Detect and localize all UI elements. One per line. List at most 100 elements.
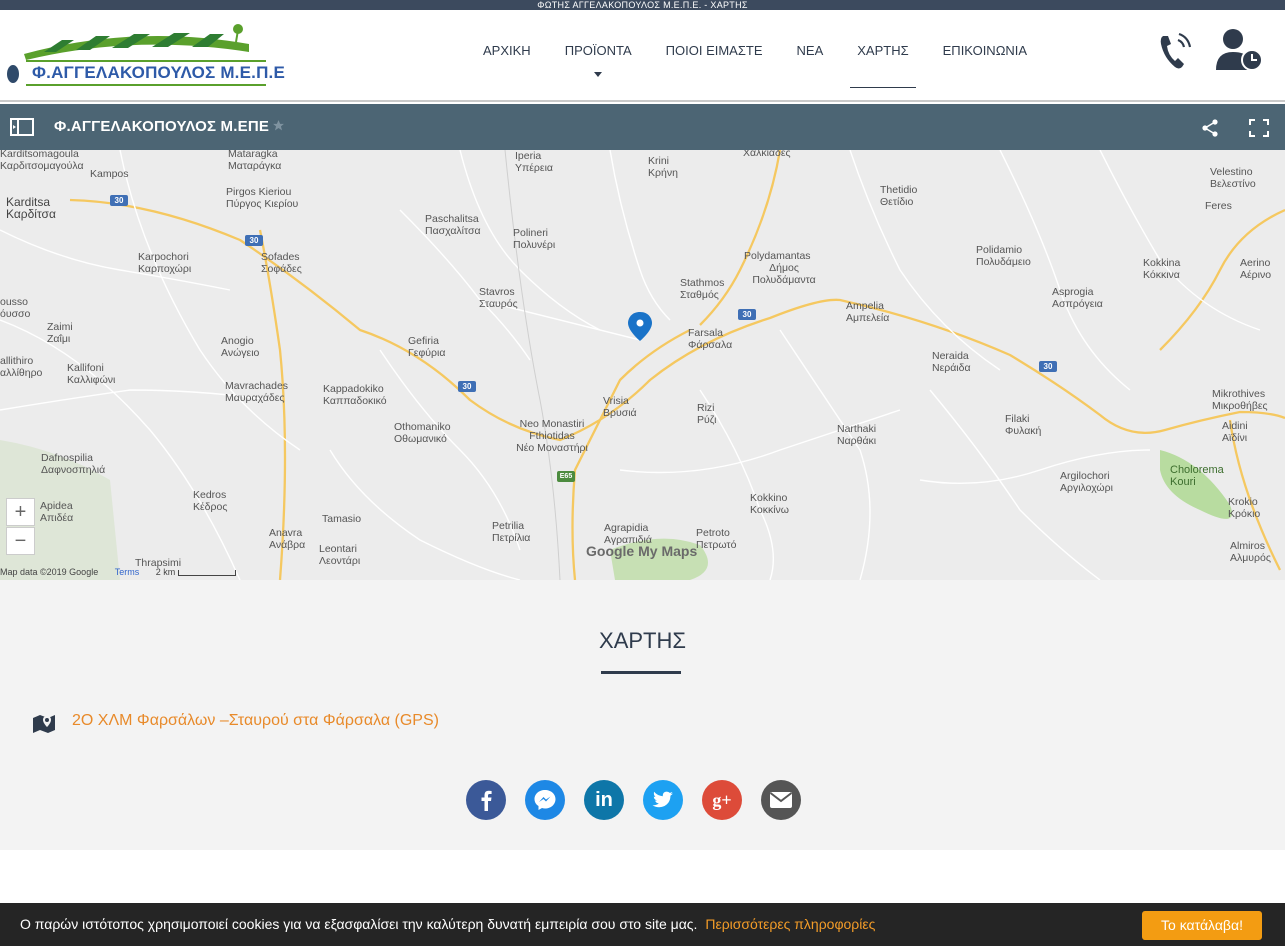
map-place-label: Aidini Αϊδίνι (1222, 420, 1248, 444)
cookie-message: Ο παρών ιστότοπος χρησιμοποιεί cookies γ… (20, 903, 875, 946)
map-place-label: Leontari Λεοντάρι (319, 543, 361, 567)
map-scale: 2 km (155, 567, 176, 577)
fullscreen-icon[interactable] (1249, 119, 1269, 142)
map-place-label: Almiros Αλμυρός (1230, 540, 1271, 564)
sidebar-toggle-icon[interactable] (10, 118, 34, 141)
messenger-icon (534, 790, 556, 810)
map-place-label: Χαλκιάδες (743, 150, 791, 159)
google-my-maps-brand: Google My Maps (586, 543, 698, 559)
logo-text: Φ.ΑΓΓΕΛΑΚΟΠΟΥΛΟΣ Μ.Ε.Π.Ε (32, 63, 286, 82)
map-place-label: Karditsomagoula Καρδιτσομαγούλα (0, 150, 84, 172)
map-place-label: Stavros Σταυρός (479, 286, 518, 310)
title-underline (601, 671, 681, 674)
address-link[interactable]: 2Ο ΧΛΜ Φαρσάλων –Σταυρού στα Φάρσαλα (GP… (72, 712, 439, 730)
map-place-label: Velestino Βελεστίνο (1210, 166, 1256, 190)
map-place-label: Polineri Πολυνέρι (513, 227, 556, 251)
google-plus-share-button[interactable]: g+ (702, 780, 742, 820)
nav-item-contact[interactable]: ΕΠΙΚΟΙΝΩΝΙΑ (926, 10, 1044, 102)
map-place-label: Petrilia Πετρίλια (492, 520, 531, 544)
road-label: 30 (1039, 361, 1057, 372)
map-place-label: Stathmos Σταθμός (680, 277, 725, 301)
road-label: 30 (110, 195, 128, 206)
map-place-label: Mavrachades Μαυραχάδες (225, 380, 289, 404)
map-place-label: Polidamio Πολυδάμειο (976, 244, 1031, 268)
map-place-label: Kampos (90, 168, 129, 180)
facebook-share-button[interactable] (466, 780, 506, 820)
map-place-label: Ampelia Αμπελεία (846, 300, 890, 324)
phone-ringing-icon[interactable] (1158, 30, 1194, 75)
map-place-label: ousso όυσσο (0, 296, 31, 320)
zoom-out-button[interactable]: − (6, 527, 35, 555)
map-place-label: Kappadokiko Καππαδοκικό (323, 383, 387, 407)
nav-item-news[interactable]: ΝΕΑ (780, 10, 841, 102)
linkedin-share-button[interactable]: in (584, 780, 624, 820)
nav-item-products[interactable]: ΠΡΟΪΟΝΤΑ (548, 10, 649, 102)
nav-item-map[interactable]: ΧΑΡΤΗΣ (840, 10, 925, 102)
map-place-label: Filaki Φυλακή (1005, 413, 1042, 437)
nav-item-about[interactable]: ΠΟΙΟΙ ΕΙΜΑΣΤΕ (649, 10, 780, 102)
site-header: Φ.ΑΓΓΕΛΑΚΟΠΟΥΛΟΣ Μ.Ε.Π.Ε ΑΡΧΙΚΗ ΠΡΟΪΟΝΤΑ… (0, 10, 1285, 102)
map-place-label: Neo Monastiri Fthiotidas Νέο Μοναστήρι (516, 418, 588, 454)
map-marker-icon (32, 713, 56, 738)
map-place-label: Feres (1205, 200, 1232, 212)
logo-graphic (7, 24, 266, 86)
scale-bar (177, 569, 236, 576)
share-icon[interactable] (1201, 119, 1219, 142)
cookie-more-info-link[interactable]: Περισσότερες πληροφορίες (705, 916, 875, 932)
map-place-label: Apidea Απιδέα (40, 500, 74, 524)
twitter-icon (652, 791, 673, 808)
map-copyright: Map data ©2019 Google (0, 567, 99, 577)
map-place-label: Cholorema Kouri (1170, 464, 1224, 488)
nav-item-products-label: ΠΡΟΪΟΝΤΑ (564, 43, 632, 58)
site-logo[interactable]: Φ.ΑΓΓΕΛΑΚΟΠΟΥΛΟΣ Μ.Ε.Π.Ε (4, 22, 285, 94)
map-place-label: Argilochori Αργιλοχώρι (1060, 470, 1113, 494)
map-place-label: Mataragka Ματαράγκα (228, 150, 282, 172)
map-place-label: Kokkino Κοκκίνω (750, 492, 789, 516)
map-place-label: Anavra Ανάβρα (269, 527, 306, 551)
section-title: ΧΑΡΤΗΣ (599, 628, 686, 653)
envelope-icon (769, 792, 793, 808)
cookie-accept-button[interactable]: Το κατάλαβα! (1142, 911, 1262, 940)
road-label: 30 (738, 309, 756, 320)
road-label: E65 (557, 471, 575, 482)
map-place-label: Rizi Ρύζι (697, 402, 717, 426)
map-place-label: Dafnospilia Δαφνοσπηλιά (41, 452, 106, 476)
map-place-label: Tamasio (322, 513, 362, 525)
star-icon[interactable] (272, 119, 285, 137)
map-place-label: Kokkina Κόκκινα (1143, 257, 1181, 281)
map-title-bar: Φ.ΑΓΓΕΛΑΚΟΠΟΥΛΟΣ Μ.ΕΠΕ (0, 104, 1285, 150)
map-place-label: Vrisia Βρυσιά (603, 395, 637, 419)
map-place-label: Sofades Σοφάδες (261, 251, 302, 275)
zoom-in-button[interactable]: + (6, 498, 35, 526)
cookie-banner: Ο παρών ιστότοπος χρησιμοποιεί cookies γ… (0, 903, 1285, 946)
map-place-label: Gefiria Γεφύρια (408, 335, 446, 359)
map-terms-link[interactable]: Terms (115, 567, 140, 577)
map-place-label: Anogio Ανώγειο (221, 335, 260, 359)
map-place-label: Polydamantas Δήμος Πολυδάμαντα (744, 250, 816, 286)
map-place-label: Asprogia Ασπρόγεια (1052, 286, 1103, 310)
map-roads (0, 150, 1285, 580)
map-place-label: Krokio Κρόκιο (1228, 496, 1261, 520)
map-place-label: Kallifoni Καλλιφώνι (67, 362, 116, 386)
map-place-label: Zaimi Ζαΐμι (47, 321, 73, 345)
email-share-button[interactable] (761, 780, 801, 820)
google-plus-icon: g+ (712, 789, 732, 810)
nav-item-home[interactable]: ΑΡΧΙΚΗ (466, 10, 548, 102)
map-info-section: ΧΑΡΤΗΣ 2Ο ΧΛΜ Φαρσάλων –Σταυρού στα Φάρσ… (0, 580, 1285, 850)
map-canvas[interactable]: 30 30 30 30 30 E65 Mataragka Ματαράγκα Ka… (0, 150, 1285, 580)
twitter-share-button[interactable] (643, 780, 683, 820)
map-place-label: Mikrothives Μικροθήβες (1212, 388, 1268, 412)
user-clock-icon[interactable] (1215, 28, 1267, 77)
map-place-label: Neraida Νεράιδα (932, 350, 971, 374)
map-place-label: Kedros Κέδρος (193, 489, 228, 513)
map-attribution: Map data ©2019 Google Terms 2 km (0, 567, 236, 577)
map-place-label: Petroto Πετρωτό (696, 527, 737, 551)
map-title: Φ.ΑΓΓΕΛΑΚΟΠΟΥΛΟΣ Μ.ΕΠΕ (54, 118, 270, 135)
map-place-label: allithiro αλλίθηρο (0, 355, 43, 379)
messenger-share-button[interactable] (525, 780, 565, 820)
map-place-label: Karditsa Καρδίτσα (6, 195, 56, 221)
road-label: 30 (245, 235, 263, 246)
map-place-label: Paschalitsa Πασχαλίτσα (425, 213, 481, 237)
cookie-text: Ο παρών ιστότοπος χρησιμοποιεί cookies γ… (20, 916, 698, 932)
road-label: 30 (458, 381, 476, 392)
